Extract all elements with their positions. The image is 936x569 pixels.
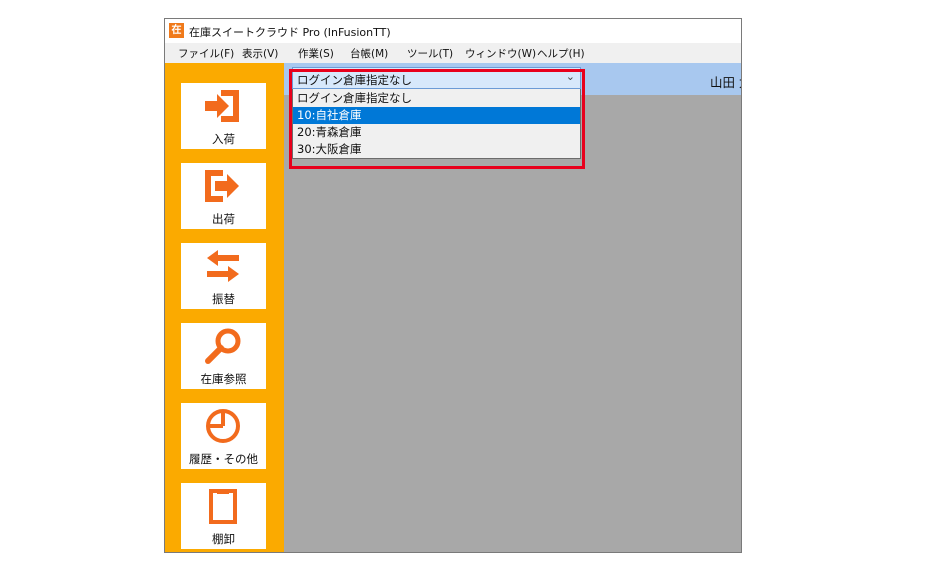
outbound-icon bbox=[181, 168, 266, 204]
title-bar: 在 在庫スイートクラウド Pro (InFusionTT) bbox=[165, 19, 741, 43]
menu-tools[interactable]: ツール(T) bbox=[407, 46, 453, 61]
menu-work[interactable]: 作業(S) bbox=[298, 46, 334, 61]
sidebar-item-inventory-lookup[interactable]: 在庫参照 bbox=[181, 323, 266, 389]
sidebar-item-label: 在庫参照 bbox=[200, 372, 247, 386]
sidebar-item-label: 出荷 bbox=[212, 212, 235, 226]
sidebar: 入荷 出荷 振替 在庫参照 履歴・その他 棚卸 bbox=[165, 63, 284, 552]
menu-window[interactable]: ウィンドウ(W) bbox=[465, 46, 536, 61]
menu-ledger[interactable]: 台帳(M) bbox=[350, 46, 388, 61]
sidebar-item-label: 振替 bbox=[212, 292, 235, 306]
app-icon: 在 bbox=[169, 23, 184, 38]
sidebar-item-outbound[interactable]: 出荷 bbox=[181, 163, 266, 229]
sidebar-item-history[interactable]: 履歴・その他 bbox=[181, 403, 266, 469]
inbound-icon bbox=[181, 88, 266, 124]
user-label: 山田 太郎 (t_yamada) bbox=[710, 75, 741, 90]
stocktake-icon bbox=[181, 488, 266, 524]
transfer-icon bbox=[181, 248, 266, 284]
sidebar-item-inbound[interactable]: 入荷 bbox=[181, 83, 266, 149]
sidebar-item-label: 入荷 bbox=[212, 132, 235, 146]
window-title: 在庫スイートクラウド Pro (InFusionTT) bbox=[189, 26, 391, 39]
sidebar-item-stocktake[interactable]: 棚卸 bbox=[181, 483, 266, 549]
search-icon bbox=[181, 328, 266, 364]
annotation-highlight-box bbox=[289, 69, 585, 169]
menu-file[interactable]: ファイル(F) bbox=[178, 46, 234, 61]
sidebar-item-label: 棚卸 bbox=[212, 532, 235, 546]
menu-help[interactable]: ヘルプ(H) bbox=[537, 46, 585, 61]
sidebar-item-transfer[interactable]: 振替 bbox=[181, 243, 266, 309]
menu-bar: ファイル(F) 表示(V) 作業(S) 台帳(M) ツール(T) ウィンドウ(W… bbox=[165, 43, 741, 63]
sidebar-item-label: 履歴・その他 bbox=[189, 452, 258, 466]
history-icon bbox=[181, 408, 266, 444]
menu-view[interactable]: 表示(V) bbox=[242, 46, 278, 61]
